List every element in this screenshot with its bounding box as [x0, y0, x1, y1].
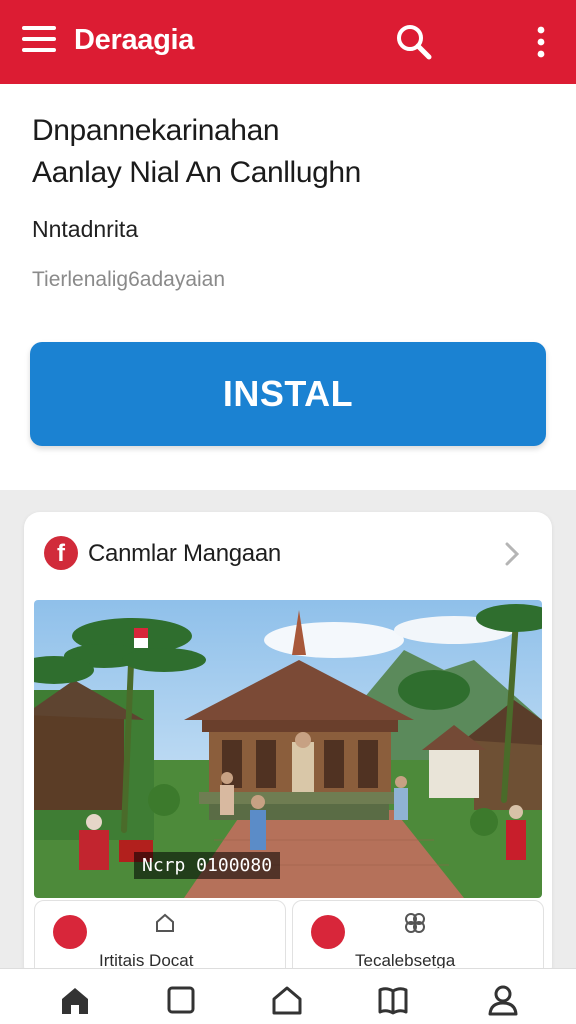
- square-icon[interactable]: [164, 983, 198, 1017]
- app-title: Deraagia: [74, 24, 195, 56]
- village-pavilion-image[interactable]: Ncrp 0100080: [34, 600, 542, 898]
- badge-icon: [53, 915, 87, 949]
- top-app-bar: Deraagia: [0, 0, 576, 84]
- hero-hint: Tierlenalig6adayaian: [32, 268, 226, 291]
- install-button[interactable]: INSTAL: [30, 342, 546, 446]
- home-small-icon: [156, 913, 174, 932]
- facebook-icon: f: [44, 536, 78, 570]
- card-title: Canmlar Mangaan: [88, 540, 281, 567]
- house-outline-icon[interactable]: [270, 983, 304, 1017]
- pattern-icon: [405, 913, 425, 933]
- hero-title-line1: Dnpannekarinahan: [32, 114, 280, 147]
- feed-card[interactable]: f Canmlar Mangaan Ncrp 0100080 Irtitais …: [24, 512, 552, 982]
- bottom-navigation: [0, 968, 576, 1024]
- book-icon[interactable]: [376, 983, 410, 1017]
- menu-icon[interactable]: [22, 26, 56, 56]
- search-icon[interactable]: [394, 22, 434, 62]
- scene-illustration: [34, 600, 542, 898]
- hero-subtitle: Nntadnrita: [32, 216, 139, 242]
- image-caption: Ncrp 0100080: [134, 852, 281, 879]
- hero-title-line2: Aanlay Nial An Canllughn: [32, 156, 361, 189]
- home-icon[interactable]: [58, 983, 92, 1017]
- hero-section: Dnpannekarinahan Aanlay Nial An Canllugh…: [0, 84, 576, 490]
- chevron-right-icon[interactable]: [502, 540, 522, 568]
- profile-badge-icon: [311, 915, 345, 949]
- kebab-menu-icon[interactable]: [528, 24, 554, 60]
- profile-icon[interactable]: [486, 983, 520, 1017]
